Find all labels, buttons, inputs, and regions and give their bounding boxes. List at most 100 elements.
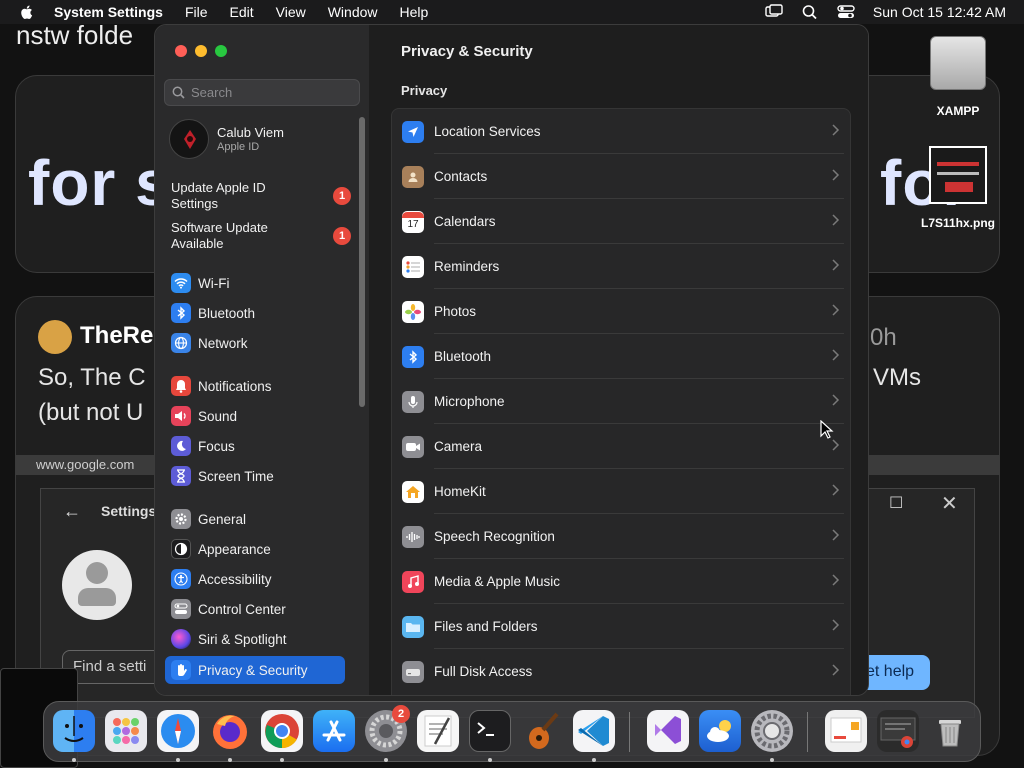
- desktop-icon-png[interactable]: L7S11hx.png: [910, 146, 1006, 230]
- sidebar-item-control-center[interactable]: Control Center: [165, 596, 345, 622]
- sidebar-item-bluetooth[interactable]: Bluetooth: [165, 300, 345, 326]
- list-item-speech-recognition[interactable]: Speech Recognition: [392, 514, 852, 559]
- update-label: Software Update Available: [171, 220, 268, 251]
- control-center-icon[interactable]: [837, 4, 855, 20]
- running-indicator: [770, 758, 774, 762]
- post-username: TheRe: [80, 322, 154, 349]
- sidebar-item-general[interactable]: General: [165, 506, 345, 532]
- chevron-right-icon: [832, 529, 840, 541]
- list-item-reminders[interactable]: Reminders: [392, 244, 852, 289]
- menu-clock[interactable]: Sun Oct 15 12:42 AM: [873, 4, 1006, 20]
- search-icon: [172, 86, 185, 99]
- sidebar-search[interactable]: [164, 79, 360, 106]
- sidebar: Calub Viem Apple ID Update Apple ID Sett…: [155, 25, 369, 695]
- close-icon: ✕: [941, 493, 958, 515]
- home-icon: [402, 480, 424, 503]
- sidebar-item-label: Bluetooth: [198, 305, 256, 321]
- menu-view[interactable]: View: [276, 4, 306, 20]
- sidebar-item-network[interactable]: Network: [165, 330, 345, 356]
- weather-icon[interactable]: [699, 710, 741, 752]
- launchpad-icon[interactable]: [105, 710, 147, 752]
- menu-app-name[interactable]: System Settings: [54, 4, 163, 20]
- sidebar-item-privacy-security[interactable]: Privacy & Security: [165, 656, 345, 684]
- row-label: HomeKit: [434, 484, 486, 499]
- sidebar-item-label: Appearance: [198, 541, 271, 557]
- screen-mirroring-icon[interactable]: [765, 4, 783, 20]
- apple-logo-icon[interactable]: [18, 3, 36, 21]
- search-input[interactable]: [191, 85, 351, 100]
- finder-icon[interactable]: [53, 710, 95, 752]
- appearance-icon: [171, 539, 191, 559]
- row-label: Media & Apple Music: [434, 574, 561, 589]
- sidebar-item-siri-spotlight[interactable]: Siri & Spotlight: [165, 626, 345, 652]
- safari-icon[interactable]: [157, 710, 199, 752]
- terminal-icon[interactable]: [469, 710, 511, 752]
- update-apple-id-settings[interactable]: Update Apple ID Settings 1: [171, 180, 351, 212]
- close-window-button[interactable]: [175, 45, 187, 57]
- menu-window[interactable]: Window: [328, 4, 378, 20]
- embedded-profile-avatar: [62, 550, 132, 620]
- sidebar-item-wifi[interactable]: Wi-Fi: [165, 270, 345, 296]
- list-item-media-apple-music[interactable]: Media & Apple Music: [392, 559, 852, 604]
- list-item-camera[interactable]: Camera: [392, 424, 852, 469]
- spotlight-search-icon[interactable]: [801, 4, 819, 20]
- list-item-contacts[interactable]: Contacts: [392, 154, 852, 199]
- list-item-calendars[interactable]: 17 Calendars: [392, 199, 852, 244]
- menu-help[interactable]: Help: [400, 4, 429, 20]
- waveform-icon: [402, 525, 424, 548]
- desktop-icon-xampp[interactable]: XAMPP: [918, 36, 998, 118]
- sidebar-item-appearance[interactable]: Appearance: [165, 536, 345, 562]
- post-text-right: VMs: [873, 364, 921, 391]
- app-store-icon[interactable]: [313, 710, 355, 752]
- software-update-available[interactable]: Software Update Available 1: [171, 220, 351, 252]
- list-item-homekit[interactable]: HomeKit: [392, 469, 852, 514]
- menu-edit[interactable]: Edit: [230, 4, 254, 20]
- main-content: Privacy & Security Privacy Location Serv…: [369, 25, 868, 695]
- list-item-location-services[interactable]: Location Services: [392, 109, 852, 154]
- row-label: Speech Recognition: [434, 529, 555, 544]
- section-header: Privacy: [401, 83, 448, 98]
- list-item-full-disk-access[interactable]: Full Disk Access: [392, 649, 852, 694]
- notification-badge: 1: [333, 187, 351, 205]
- row-label: Reminders: [434, 259, 500, 274]
- account-name: Calub Viem: [217, 125, 284, 140]
- notification-badge: 2: [392, 705, 410, 723]
- garageband-icon[interactable]: [521, 710, 563, 752]
- list-item-photos[interactable]: Photos: [392, 289, 852, 334]
- sidebar-item-screen-time[interactable]: Screen Time: [165, 463, 345, 489]
- sidebar-item-focus[interactable]: Focus: [165, 433, 345, 459]
- sidebar-item-label: Siri & Spotlight: [198, 631, 287, 647]
- recent-file-2-icon[interactable]: [877, 710, 919, 752]
- chrome-icon[interactable]: [261, 710, 303, 752]
- minimize-window-button[interactable]: [195, 45, 207, 57]
- list-item-microphone[interactable]: Microphone: [392, 379, 852, 424]
- chevron-right-icon: [832, 619, 840, 631]
- sidebar-scrollbar[interactable]: [359, 117, 365, 407]
- sidebar-item-label: Notifications: [198, 378, 272, 394]
- apple-id-account[interactable]: Calub Viem Apple ID: [169, 119, 284, 159]
- firefox-icon[interactable]: [209, 710, 251, 752]
- row-label: Microphone: [434, 394, 505, 409]
- vscode-icon[interactable]: [573, 710, 615, 752]
- visual-studio-icon[interactable]: [647, 710, 689, 752]
- avatar: [169, 119, 209, 159]
- menu-file[interactable]: File: [185, 4, 208, 20]
- sidebar-item-notifications[interactable]: Notifications: [165, 373, 345, 399]
- settings-gear-icon[interactable]: [751, 710, 793, 752]
- location-arrow-icon: [402, 120, 424, 143]
- post-text-line-1: So, The C: [38, 364, 146, 391]
- trash-icon[interactable]: [929, 710, 971, 752]
- list-item-files-and-folders[interactable]: Files and Folders: [392, 604, 852, 649]
- folder-icon: [402, 615, 424, 638]
- recent-file-1-icon[interactable]: [825, 710, 867, 752]
- microphone-icon: [402, 390, 424, 413]
- sidebar-item-accessibility[interactable]: Accessibility: [165, 566, 345, 592]
- sidebar-item-sound[interactable]: Sound: [165, 403, 345, 429]
- dock-separator: [629, 712, 630, 752]
- bluetooth-icon: [171, 303, 191, 323]
- sidebar-item-label: Accessibility: [198, 571, 272, 587]
- running-indicator: [592, 758, 596, 762]
- list-item-bluetooth[interactable]: Bluetooth: [392, 334, 852, 379]
- textedit-icon[interactable]: [417, 710, 459, 752]
- zoom-window-button[interactable]: [215, 45, 227, 57]
